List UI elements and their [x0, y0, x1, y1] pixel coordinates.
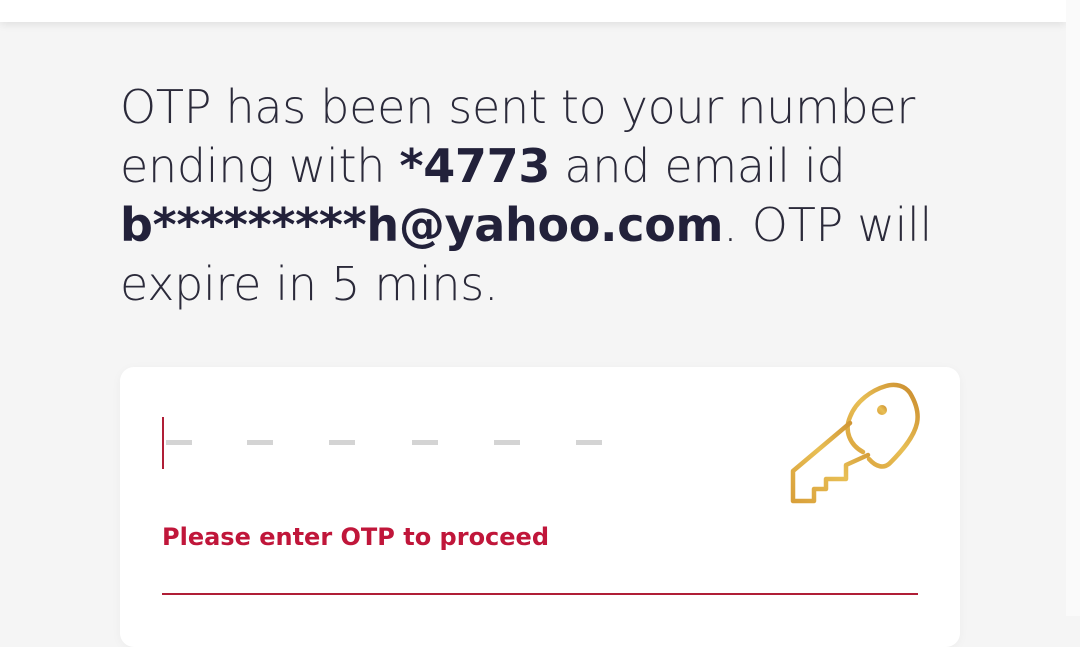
otp-digit-slot-2: [247, 440, 273, 445]
masked-phone-number: *4773: [399, 139, 551, 193]
otp-sent-message: OTP has been sent to your number ending …: [120, 78, 1000, 314]
scroll-edge: [1066, 0, 1080, 616]
otp-input[interactable]: [162, 417, 642, 473]
masked-email: b*********h@yahoo.com: [120, 198, 724, 252]
otp-digit-slot-4: [412, 440, 438, 445]
otp-digit-slot-3: [329, 440, 355, 445]
message-middle: and email id: [550, 139, 846, 193]
top-app-bar: [0, 0, 1066, 22]
otp-digit-slot-1: [166, 440, 192, 445]
otp-digit-slot-5: [494, 440, 520, 445]
otp-card: Please enter OTP to proceed: [120, 367, 960, 647]
otp-digit-slot-6: [576, 440, 602, 445]
key-icon: [790, 382, 920, 504]
otp-input-underline: [162, 593, 918, 595]
otp-error-message: Please enter OTP to proceed: [162, 523, 550, 551]
text-caret: [162, 417, 164, 469]
